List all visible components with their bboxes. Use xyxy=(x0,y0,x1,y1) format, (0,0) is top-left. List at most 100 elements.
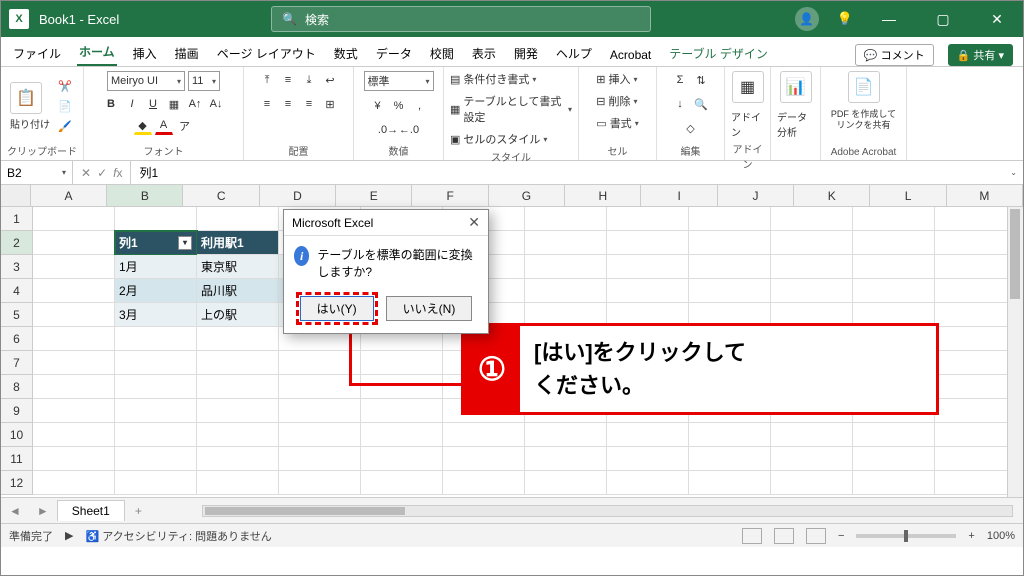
zoom-in-button[interactable]: + xyxy=(968,530,974,542)
cell-B5[interactable]: 3月 xyxy=(115,303,197,327)
formula-input[interactable]: 列1 xyxy=(131,164,1004,181)
sheet-nav-next[interactable]: ► xyxy=(29,504,57,518)
pdf-share-button[interactable]: 📄 xyxy=(848,71,880,103)
row-header-1[interactable]: 1 xyxy=(1,207,33,231)
format-painter-button[interactable]: 🖌️ xyxy=(56,117,74,135)
zoom-level[interactable]: 100% xyxy=(987,530,1015,542)
accessibility-status[interactable]: ♿ アクセシビリティ: 問題ありません xyxy=(85,528,271,544)
autosum-button[interactable]: Σ xyxy=(671,71,689,89)
cell-styles-button[interactable]: ▣ セルのスタイル ▾ xyxy=(450,131,547,147)
name-box[interactable]: B2▾ xyxy=(1,161,73,184)
sort-button[interactable]: ⇅ xyxy=(692,71,710,89)
row-header-10[interactable]: 10 xyxy=(1,423,33,447)
phonetic-button[interactable]: ア xyxy=(176,117,194,135)
comments-button[interactable]: 💬 コメント xyxy=(855,44,934,66)
col-header-B[interactable]: B xyxy=(107,185,183,206)
tab-review[interactable]: 校閲 xyxy=(428,41,456,66)
dialog-yes-button[interactable]: はい(Y) xyxy=(300,296,374,321)
new-sheet-button[interactable]: + xyxy=(125,504,152,518)
dialog-close-button[interactable]: ✕ xyxy=(468,214,480,231)
tab-developer[interactable]: 開発 xyxy=(512,41,540,66)
col-header-F[interactable]: F xyxy=(412,185,488,206)
tab-table-design[interactable]: テーブル デザイン xyxy=(667,41,770,66)
tab-draw[interactable]: 描画 xyxy=(173,41,201,66)
conditional-format-button[interactable]: ▤ 条件付き書式 ▾ xyxy=(450,71,536,87)
col-header-H[interactable]: H xyxy=(565,185,641,206)
account-avatar[interactable]: 👤 xyxy=(795,7,819,31)
merge-button[interactable]: ⊞ xyxy=(321,95,339,113)
cell-B4[interactable]: 2月 xyxy=(115,279,197,303)
tab-insert[interactable]: 挿入 xyxy=(131,41,159,66)
number-format-select[interactable]: 標準▾ xyxy=(364,71,434,91)
cell-B3[interactable]: 1月 xyxy=(115,255,197,279)
row-header-4[interactable]: 4 xyxy=(1,279,33,303)
cell-C4[interactable]: 品川駅 xyxy=(197,279,279,303)
analysis-button[interactable]: 📊 xyxy=(780,71,812,103)
row-header-5[interactable]: 5 xyxy=(1,303,33,327)
col-header-D[interactable]: D xyxy=(260,185,336,206)
col-header-G[interactable]: G xyxy=(489,185,565,206)
cell-C2[interactable]: 利用駅1 xyxy=(197,231,279,255)
fill-button[interactable]: ↓ xyxy=(671,95,689,113)
tab-acrobat[interactable]: Acrobat xyxy=(608,44,653,66)
zoom-out-button[interactable]: − xyxy=(838,530,844,542)
copy-button[interactable]: 📄 xyxy=(56,97,74,115)
tab-home[interactable]: ホーム xyxy=(77,39,117,66)
vertical-scrollbar[interactable] xyxy=(1007,207,1023,497)
col-header-E[interactable]: E xyxy=(336,185,412,206)
cell-C3[interactable]: 東京駅 xyxy=(197,255,279,279)
cut-button[interactable]: ✂️ xyxy=(56,77,74,95)
addins-button[interactable]: ▦ xyxy=(732,71,764,103)
row-header-6[interactable]: 6 xyxy=(1,327,33,351)
align-bottom-button[interactable]: ⤓ xyxy=(300,71,318,89)
row-header-9[interactable]: 9 xyxy=(1,399,33,423)
decrease-font-button[interactable]: A↓ xyxy=(207,95,225,113)
tab-file[interactable]: ファイル xyxy=(11,41,63,66)
fill-color-button[interactable]: ◆ xyxy=(134,117,152,135)
tab-pagelayout[interactable]: ページ レイアウト xyxy=(215,41,318,66)
increase-decimal-button[interactable]: .0→ xyxy=(379,121,397,139)
select-all-cell[interactable] xyxy=(1,185,31,206)
share-button[interactable]: 🔒 共有 ▾ xyxy=(948,44,1013,66)
col-header-J[interactable]: J xyxy=(718,185,794,206)
col-header-I[interactable]: I xyxy=(641,185,717,206)
cell-C5[interactable]: 上の駅 xyxy=(197,303,279,327)
page-layout-view-button[interactable] xyxy=(774,528,794,544)
cell-B2[interactable]: 列1▾ xyxy=(115,231,197,255)
tab-formula[interactable]: 数式 xyxy=(332,41,360,66)
row-header-8[interactable]: 8 xyxy=(1,375,33,399)
dialog-no-button[interactable]: いいえ(N) xyxy=(386,296,473,321)
expand-formula-icon[interactable]: ⌄ xyxy=(1004,168,1023,177)
enter-formula-icon[interactable]: ✓ xyxy=(97,166,107,180)
filter-icon[interactable]: ▾ xyxy=(178,236,192,250)
row-header-7[interactable]: 7 xyxy=(1,351,33,375)
font-name-select[interactable]: Meiryo UI▾ xyxy=(107,71,185,91)
normal-view-button[interactable] xyxy=(742,528,762,544)
row-header-11[interactable]: 11 xyxy=(1,447,33,471)
percent-button[interactable]: % xyxy=(390,97,408,115)
find-button[interactable]: 🔍 xyxy=(692,95,710,113)
font-size-select[interactable]: 11▾ xyxy=(188,71,220,91)
clear-button[interactable]: ◇ xyxy=(682,119,700,137)
fx-icon[interactable]: fx xyxy=(113,166,122,180)
tab-help[interactable]: ヘルプ xyxy=(554,41,594,66)
align-right-button[interactable]: ≡ xyxy=(300,95,318,113)
sheet-nav-prev[interactable]: ◄ xyxy=(1,504,29,518)
border-button[interactable]: ▦ xyxy=(165,95,183,113)
decrease-decimal-button[interactable]: ←.0 xyxy=(400,121,418,139)
currency-button[interactable]: ¥ xyxy=(369,97,387,115)
col-header-A[interactable]: A xyxy=(31,185,107,206)
col-header-M[interactable]: M xyxy=(947,185,1023,206)
bold-button[interactable]: B xyxy=(102,95,120,113)
macro-icon[interactable]: ▶ xyxy=(65,529,73,542)
sheet-tab[interactable]: Sheet1 xyxy=(57,500,125,521)
close-button[interactable]: ✕ xyxy=(979,11,1015,28)
cancel-formula-icon[interactable]: ✕ xyxy=(81,166,91,180)
underline-button[interactable]: U xyxy=(144,95,162,113)
row-header-12[interactable]: 12 xyxy=(1,471,33,495)
row-header-3[interactable]: 3 xyxy=(1,255,33,279)
horizontal-scrollbar[interactable] xyxy=(202,505,1013,517)
delete-cells-button[interactable]: ⊟ 削除 ▾ xyxy=(596,93,637,109)
maximize-button[interactable]: ▢ xyxy=(925,11,961,28)
comma-button[interactable]: , xyxy=(411,97,429,115)
